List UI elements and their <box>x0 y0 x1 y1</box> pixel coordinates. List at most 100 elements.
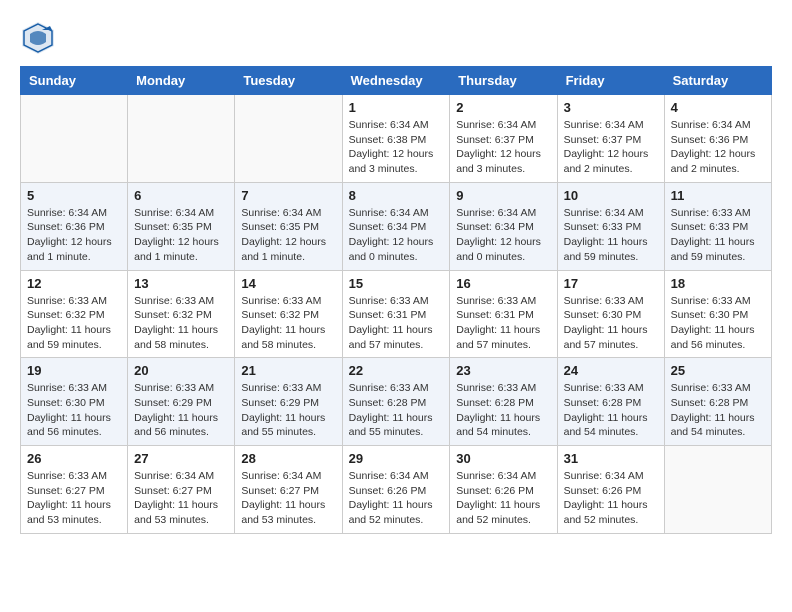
day-number: 21 <box>241 363 335 378</box>
weekday-header: Saturday <box>664 67 771 95</box>
calendar-cell: 23 Sunrise: 6:33 AM Sunset: 6:28 PM Dayli… <box>450 358 557 446</box>
calendar-cell: 17 Sunrise: 6:33 AM Sunset: 6:30 PM Dayli… <box>557 270 664 358</box>
calendar-cell: 24 Sunrise: 6:33 AM Sunset: 6:28 PM Dayli… <box>557 358 664 446</box>
calendar-cell: 22 Sunrise: 6:33 AM Sunset: 6:28 PM Dayli… <box>342 358 450 446</box>
day-number: 28 <box>241 451 335 466</box>
calendar-cell: 13 Sunrise: 6:33 AM Sunset: 6:32 PM Dayli… <box>128 270 235 358</box>
day-info: Sunrise: 6:33 AM Sunset: 6:28 PM Dayligh… <box>349 381 444 440</box>
logo <box>20 20 60 56</box>
calendar-cell: 15 Sunrise: 6:33 AM Sunset: 6:31 PM Dayli… <box>342 270 450 358</box>
day-number: 30 <box>456 451 550 466</box>
day-info: Sunrise: 6:33 AM Sunset: 6:31 PM Dayligh… <box>349 294 444 353</box>
day-number: 31 <box>564 451 658 466</box>
day-info: Sunrise: 6:33 AM Sunset: 6:29 PM Dayligh… <box>241 381 335 440</box>
day-number: 23 <box>456 363 550 378</box>
day-info: Sunrise: 6:33 AM Sunset: 6:33 PM Dayligh… <box>671 206 765 265</box>
logo-icon <box>20 20 56 56</box>
calendar-cell: 28 Sunrise: 6:34 AM Sunset: 6:27 PM Dayli… <box>235 446 342 534</box>
day-number: 4 <box>671 100 765 115</box>
day-number: 3 <box>564 100 658 115</box>
weekday-header: Sunday <box>21 67 128 95</box>
day-number: 8 <box>349 188 444 203</box>
day-number: 12 <box>27 276 121 291</box>
calendar-week-row: 5 Sunrise: 6:34 AM Sunset: 6:36 PM Daylig… <box>21 182 772 270</box>
calendar-cell: 8Sunrise: 6:34 AM Sunset: 6:34 PM Daylig… <box>342 182 450 270</box>
day-info: Sunrise: 6:34 AM Sunset: 6:35 PM Dayligh… <box>241 206 335 265</box>
day-number: 14 <box>241 276 335 291</box>
day-info: Sunrise: 6:33 AM Sunset: 6:30 PM Dayligh… <box>564 294 658 353</box>
day-info: Sunrise: 6:33 AM Sunset: 6:28 PM Dayligh… <box>671 381 765 440</box>
day-number: 20 <box>134 363 228 378</box>
day-info: Sunrise: 6:33 AM Sunset: 6:30 PM Dayligh… <box>27 381 121 440</box>
calendar-cell: 16Sunrise: 6:33 AM Sunset: 6:31 PM Dayli… <box>450 270 557 358</box>
weekday-header: Monday <box>128 67 235 95</box>
day-number: 18 <box>671 276 765 291</box>
day-info: Sunrise: 6:34 AM Sunset: 6:34 PM Dayligh… <box>456 206 550 265</box>
day-info: Sunrise: 6:34 AM Sunset: 6:26 PM Dayligh… <box>349 469 444 528</box>
calendar-cell: 18 Sunrise: 6:33 AM Sunset: 6:30 PM Dayli… <box>664 270 771 358</box>
day-number: 29 <box>349 451 444 466</box>
calendar-cell: 30 Sunrise: 6:34 AM Sunset: 6:26 PM Dayli… <box>450 446 557 534</box>
weekday-header: Friday <box>557 67 664 95</box>
calendar-cell: 26Sunrise: 6:33 AM Sunset: 6:27 PM Dayli… <box>21 446 128 534</box>
calendar-cell <box>664 446 771 534</box>
weekday-header: Wednesday <box>342 67 450 95</box>
calendar-week-row: 12 Sunrise: 6:33 AM Sunset: 6:32 PM Dayli… <box>21 270 772 358</box>
calendar-cell <box>128 95 235 183</box>
day-number: 27 <box>134 451 228 466</box>
day-info: Sunrise: 6:34 AM Sunset: 6:37 PM Dayligh… <box>564 118 658 177</box>
day-info: Sunrise: 6:34 AM Sunset: 6:26 PM Dayligh… <box>564 469 658 528</box>
calendar-table: SundayMondayTuesdayWednesdayThursdayFrid… <box>20 66 772 534</box>
calendar-week-row: 26Sunrise: 6:33 AM Sunset: 6:27 PM Dayli… <box>21 446 772 534</box>
day-info: Sunrise: 6:33 AM Sunset: 6:32 PM Dayligh… <box>241 294 335 353</box>
calendar-cell: 4 Sunrise: 6:34 AM Sunset: 6:36 PM Daylig… <box>664 95 771 183</box>
calendar-cell: 21 Sunrise: 6:33 AM Sunset: 6:29 PM Dayli… <box>235 358 342 446</box>
calendar-cell: 20 Sunrise: 6:33 AM Sunset: 6:29 PM Dayli… <box>128 358 235 446</box>
calendar-cell: 6 Sunrise: 6:34 AM Sunset: 6:35 PM Daylig… <box>128 182 235 270</box>
calendar-cell <box>235 95 342 183</box>
day-number: 15 <box>349 276 444 291</box>
calendar-cell: 14 Sunrise: 6:33 AM Sunset: 6:32 PM Dayli… <box>235 270 342 358</box>
day-number: 7 <box>241 188 335 203</box>
page-header <box>20 20 772 56</box>
day-info: Sunrise: 6:33 AM Sunset: 6:28 PM Dayligh… <box>564 381 658 440</box>
day-info: Sunrise: 6:34 AM Sunset: 6:26 PM Dayligh… <box>456 469 550 528</box>
day-info: Sunrise: 6:34 AM Sunset: 6:27 PM Dayligh… <box>134 469 228 528</box>
day-info: Sunrise: 6:34 AM Sunset: 6:35 PM Dayligh… <box>134 206 228 265</box>
day-number: 22 <box>349 363 444 378</box>
day-number: 25 <box>671 363 765 378</box>
calendar-cell: 10 Sunrise: 6:34 AM Sunset: 6:33 PM Dayli… <box>557 182 664 270</box>
calendar-cell: 19Sunrise: 6:33 AM Sunset: 6:30 PM Dayli… <box>21 358 128 446</box>
day-info: Sunrise: 6:33 AM Sunset: 6:32 PM Dayligh… <box>134 294 228 353</box>
day-number: 10 <box>564 188 658 203</box>
day-number: 26 <box>27 451 121 466</box>
day-info: Sunrise: 6:33 AM Sunset: 6:30 PM Dayligh… <box>671 294 765 353</box>
day-info: Sunrise: 6:34 AM Sunset: 6:27 PM Dayligh… <box>241 469 335 528</box>
calendar-cell: 1Sunrise: 6:34 AM Sunset: 6:38 PM Daylig… <box>342 95 450 183</box>
calendar-cell <box>21 95 128 183</box>
day-number: 5 <box>27 188 121 203</box>
day-info: Sunrise: 6:34 AM Sunset: 6:36 PM Dayligh… <box>671 118 765 177</box>
calendar-cell: 3 Sunrise: 6:34 AM Sunset: 6:37 PM Daylig… <box>557 95 664 183</box>
calendar-cell: 11Sunrise: 6:33 AM Sunset: 6:33 PM Dayli… <box>664 182 771 270</box>
calendar-cell: 31 Sunrise: 6:34 AM Sunset: 6:26 PM Dayli… <box>557 446 664 534</box>
day-number: 16 <box>456 276 550 291</box>
day-info: Sunrise: 6:33 AM Sunset: 6:32 PM Dayligh… <box>27 294 121 353</box>
day-info: Sunrise: 6:34 AM Sunset: 6:36 PM Dayligh… <box>27 206 121 265</box>
day-number: 6 <box>134 188 228 203</box>
day-info: Sunrise: 6:33 AM Sunset: 6:28 PM Dayligh… <box>456 381 550 440</box>
calendar-cell: 29 Sunrise: 6:34 AM Sunset: 6:26 PM Dayli… <box>342 446 450 534</box>
calendar-cell: 5 Sunrise: 6:34 AM Sunset: 6:36 PM Daylig… <box>21 182 128 270</box>
weekday-header: Tuesday <box>235 67 342 95</box>
day-info: Sunrise: 6:34 AM Sunset: 6:38 PM Dayligh… <box>349 118 444 177</box>
weekday-header: Thursday <box>450 67 557 95</box>
day-number: 17 <box>564 276 658 291</box>
day-info: Sunrise: 6:33 AM Sunset: 6:29 PM Dayligh… <box>134 381 228 440</box>
day-number: 24 <box>564 363 658 378</box>
day-info: Sunrise: 6:34 AM Sunset: 6:33 PM Dayligh… <box>564 206 658 265</box>
weekday-header-row: SundayMondayTuesdayWednesdayThursdayFrid… <box>21 67 772 95</box>
calendar-cell: 7 Sunrise: 6:34 AM Sunset: 6:35 PM Daylig… <box>235 182 342 270</box>
day-number: 13 <box>134 276 228 291</box>
calendar-week-row: 1Sunrise: 6:34 AM Sunset: 6:38 PM Daylig… <box>21 95 772 183</box>
day-number: 9 <box>456 188 550 203</box>
